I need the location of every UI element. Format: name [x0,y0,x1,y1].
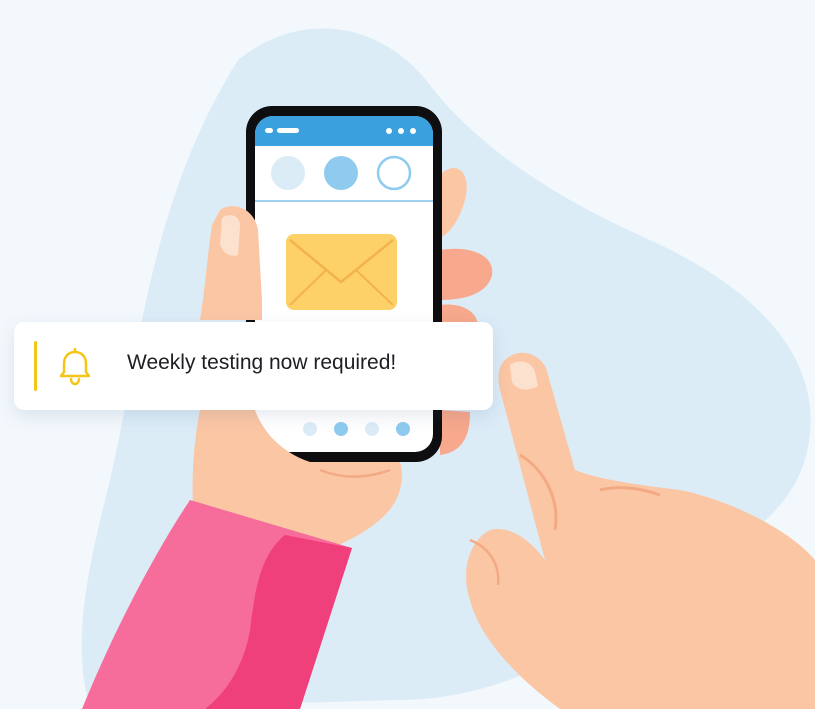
phone-avatar-3 [376,155,412,191]
phone-avatar-1 [271,156,305,190]
notification-toast[interactable]: Weekly testing now required! [14,322,493,410]
notification-message: Weekly testing now required! [127,351,397,374]
bell-icon [56,346,94,386]
envelope-icon [286,234,397,310]
toast-accent-bar [34,341,37,391]
illustration-stage: Weekly testing now required! [0,0,815,709]
phone-avatar-2 [324,156,358,190]
